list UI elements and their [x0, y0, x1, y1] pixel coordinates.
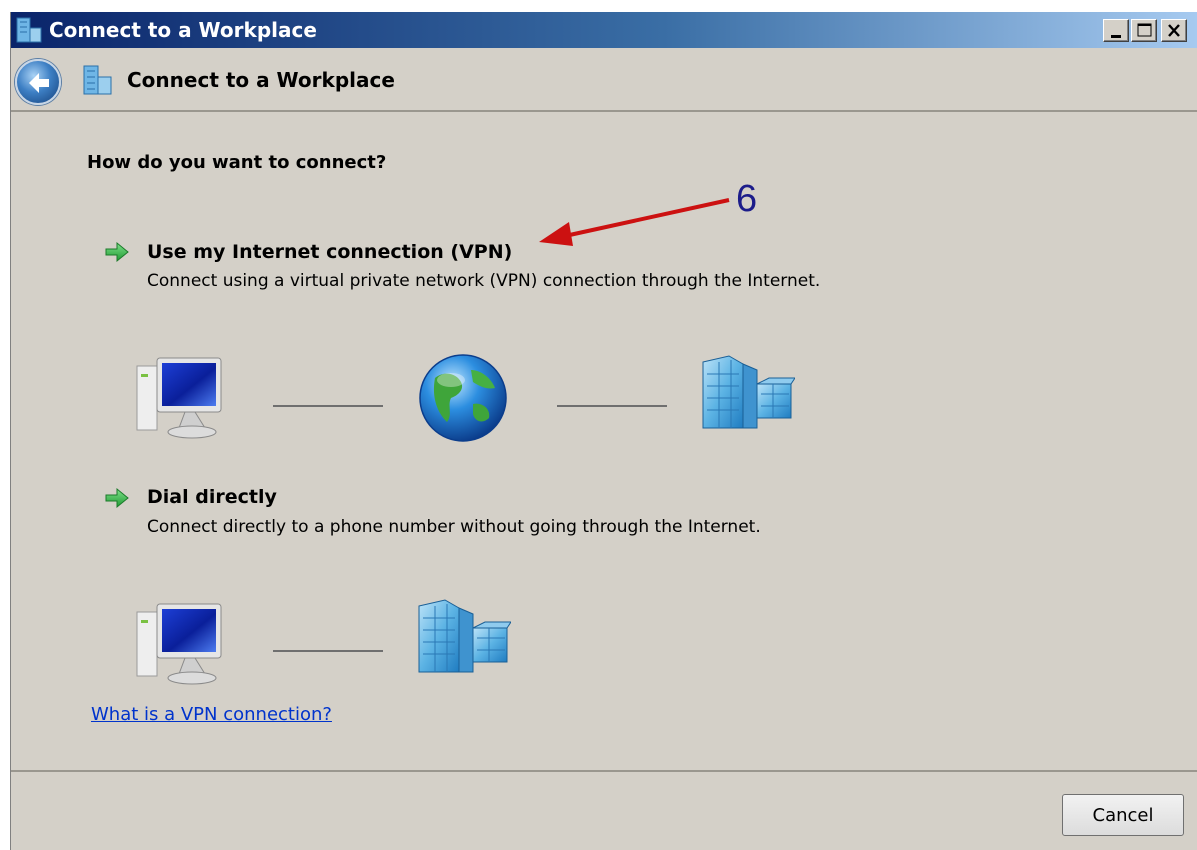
window-title: Connect to a Workplace — [49, 18, 317, 42]
option-dial-title[interactable]: Dial directly — [147, 486, 277, 508]
computer-icon — [136, 357, 222, 439]
title-bar[interactable]: Connect to a Workplace — [11, 12, 1197, 48]
globe-icon — [419, 354, 507, 442]
annotation-number: 6 — [736, 178, 758, 220]
minimize-icon — [1111, 35, 1121, 38]
wizard-content: How do you want to connect? 6 Use my Int… — [11, 114, 1197, 772]
cancel-button[interactable]: Cancel — [1062, 794, 1184, 836]
computer-icon — [136, 603, 222, 685]
back-arrow-icon — [29, 73, 49, 93]
option-arrow-icon[interactable] — [103, 486, 131, 510]
page-question: How do you want to connect? — [87, 152, 387, 173]
maximize-icon — [1137, 23, 1152, 37]
wizard-header: Connect to a Workplace — [11, 48, 1197, 112]
back-button[interactable] — [15, 59, 61, 105]
connector-line — [273, 405, 383, 407]
wizard-footer: Cancel — [11, 774, 1197, 850]
vpn-help-link[interactable]: What is a VPN connection? — [91, 704, 332, 725]
connector-line — [273, 650, 383, 652]
minimize-button[interactable] — [1103, 19, 1129, 42]
workplace-icon — [83, 65, 112, 95]
close-icon — [1168, 24, 1180, 37]
office-building-icon — [702, 355, 795, 429]
annotation-arrow — [539, 198, 730, 246]
connect-workplace-window: Connect to a Workplace Connect to a Work… — [10, 12, 1197, 850]
maximize-button[interactable] — [1131, 19, 1157, 42]
wizard-title: Connect to a Workplace — [127, 68, 395, 92]
option-vpn-description[interactable]: Connect using a virtual private network … — [147, 271, 820, 291]
option-vpn-title[interactable]: Use my Internet connection (VPN) — [147, 241, 512, 263]
close-button[interactable] — [1161, 19, 1187, 42]
office-building-icon — [418, 599, 511, 673]
connector-line — [557, 405, 667, 407]
option-arrow-icon[interactable] — [103, 240, 131, 264]
option-dial-description[interactable]: Connect directly to a phone number witho… — [147, 517, 761, 537]
workplace-icon — [16, 17, 42, 43]
